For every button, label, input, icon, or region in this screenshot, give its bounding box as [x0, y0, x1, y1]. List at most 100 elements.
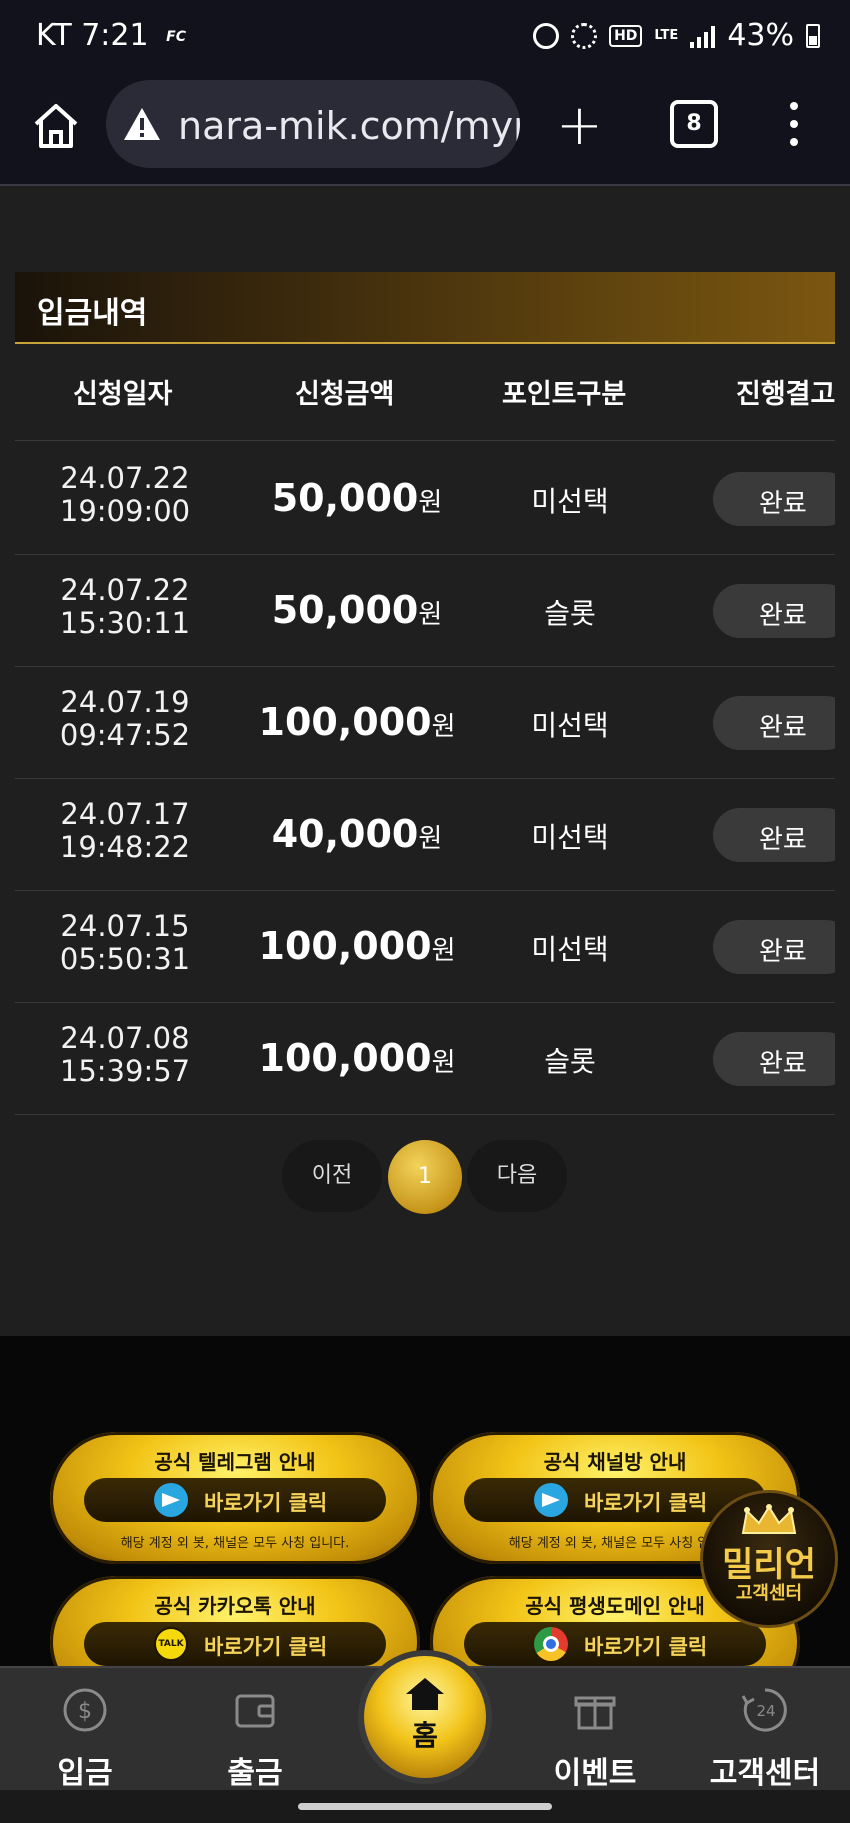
new-tab-icon[interactable]: + — [556, 98, 603, 154]
row-date: 24.07.22 19:09:00 — [35, 462, 215, 528]
row-date: 24.07.08 15:39:57 — [35, 1022, 215, 1088]
status-icons: HD LTE 43% — [533, 18, 820, 53]
amount-value: 100,000 — [258, 700, 432, 744]
table-row: 24.07.19 09:47:52 100,000원 미선택 완료 — [15, 666, 835, 779]
row-point-type: 미선택 — [531, 485, 609, 518]
amount-unit: 원 — [418, 600, 443, 630]
shortcut-button[interactable]: 바로가기 클릭 — [84, 1478, 386, 1522]
crown-icon — [741, 1504, 797, 1534]
status-badge: 완료 — [713, 1032, 835, 1086]
support-center-badge[interactable]: 밀리언 고객센터 — [700, 1490, 838, 1628]
shortcut-button[interactable]: TALK 바로가기 클릭 — [84, 1622, 386, 1666]
time-text: 05:50:31 — [59, 942, 191, 976]
date-text: 24.07.22 — [60, 461, 190, 495]
amount-value: 40,000 — [271, 812, 419, 856]
home-icon[interactable] — [30, 100, 82, 152]
amount-unit: 원 — [431, 936, 456, 966]
badge-subtitle: 고객센터 — [735, 1583, 803, 1604]
warning-icon[interactable] — [122, 106, 162, 142]
shortcut-label: 바로가기 클릭 — [204, 1635, 328, 1659]
time-text: 19:48:22 — [59, 830, 191, 864]
wallet-icon — [235, 1694, 275, 1728]
gesture-bar — [0, 1790, 850, 1823]
next-page-button[interactable]: 다음 — [467, 1140, 567, 1212]
gift-icon — [574, 1696, 616, 1730]
page-1-button[interactable]: 1 — [388, 1140, 462, 1214]
column-header-point: 포인트구분 — [502, 379, 627, 410]
nav-withdraw[interactable]: 출금 — [180, 1668, 330, 1792]
alarm-icon — [533, 22, 560, 49]
browser-toolbar: nara-mik.com/myp + 8 — [0, 74, 850, 186]
column-header-date: 신청일자 — [73, 379, 173, 410]
page-title: 입금내역 — [37, 296, 148, 331]
signal-icon — [690, 24, 716, 48]
status-text: 완료 — [759, 489, 807, 519]
status-badge: 완료 — [713, 920, 835, 974]
date-text: 24.07.22 — [60, 573, 190, 607]
row-date: 24.07.15 05:50:31 — [35, 910, 215, 976]
status-badge: 완료 — [713, 584, 835, 638]
shortcut-label: 바로가기 클릭 — [584, 1635, 708, 1659]
lte-icon: LTE — [654, 28, 679, 43]
deposit-history-page: 입금내역 신청일자 신청금액 포인트구분 진행결고 24.07.22 19:09:… — [0, 186, 850, 1336]
telegram-icon — [154, 1483, 188, 1517]
column-header-status: 진행결고 — [736, 379, 835, 410]
time-text: 09:47:52 — [59, 718, 191, 752]
time-text: 15:39:57 — [59, 1054, 191, 1088]
date-text: 24.07.08 — [60, 1021, 190, 1055]
status-badge: 완료 — [713, 808, 835, 862]
more-menu-icon[interactable] — [790, 102, 800, 156]
telegram-icon — [534, 1483, 568, 1517]
status-text: 완료 — [759, 601, 807, 631]
nav-deposit[interactable]: $ 입금 — [10, 1668, 160, 1792]
column-header-amount: 신청금액 — [295, 379, 395, 410]
hd-voice-icon: HD — [609, 24, 643, 47]
status-time-text: KT 7:21 — [36, 18, 149, 53]
table-row: 24.07.22 15:30:11 50,000원 슬롯 완료 — [15, 554, 835, 667]
table-row: 24.07.17 19:48:22 40,000원 미선택 완료 — [15, 778, 835, 891]
gesture-handle[interactable] — [298, 1803, 552, 1810]
amount-value: 50,000 — [271, 476, 419, 520]
time-text: 19:09:00 — [59, 494, 191, 528]
row-point-type: 미선택 — [531, 821, 609, 854]
promo-title: 공식 채널방 안내 — [543, 1450, 687, 1474]
home-button[interactable]: 홈 — [358, 1650, 492, 1784]
amount-unit: 원 — [431, 712, 456, 742]
row-date: 24.07.22 15:30:11 — [35, 574, 215, 640]
house-icon — [406, 1678, 444, 1710]
table-row: 24.07.08 15:39:57 100,000원 슬롯 완료 — [15, 1002, 835, 1115]
nav-label: 입금 — [57, 1756, 113, 1791]
shortcut-label: 바로가기 클릭 — [584, 1491, 708, 1515]
date-text: 24.07.17 — [60, 797, 190, 831]
status-text: 완료 — [759, 713, 807, 743]
row-point-type: 슬롯 — [544, 597, 596, 630]
nav-label: 출금 — [227, 1756, 283, 1791]
status-text: 완료 — [759, 937, 807, 967]
time-text: 15:30:11 — [59, 606, 191, 640]
pagination: 이전 1 다음 — [0, 1140, 850, 1214]
row-amount: 100,000원 — [237, 700, 477, 744]
promo-footer: 공식 텔레그램 안내 바로가기 클릭 해당 계정 외 봇, 채널은 모두 사칭 … — [0, 1336, 850, 1708]
chrome-icon — [534, 1627, 568, 1661]
dollar-coin-icon: $ — [63, 1688, 107, 1732]
amount-value: 100,000 — [258, 1036, 432, 1080]
amount-unit: 원 — [418, 488, 443, 518]
telegram-promo[interactable]: 공식 텔레그램 안내 바로가기 클릭 해당 계정 외 봇, 채널은 모두 사칭 … — [50, 1432, 420, 1564]
amount-unit: 원 — [431, 1048, 456, 1078]
address-bar[interactable]: nara-mik.com/myp — [106, 80, 520, 168]
status-time: KT 7:21 FC — [36, 18, 186, 53]
promo-note: 해당 계정 외 봇, 채널은 모두 사칭 입니다. — [120, 1536, 350, 1551]
nav-event[interactable]: 이벤트 — [520, 1668, 670, 1792]
row-date: 24.07.17 19:48:22 — [35, 798, 215, 864]
url-text[interactable]: nara-mik.com/myp — [178, 104, 520, 148]
nav-support[interactable]: 24 고객센터 — [690, 1668, 840, 1792]
section-header: 입금내역 — [15, 272, 835, 344]
prev-page-button[interactable]: 이전 — [282, 1140, 382, 1212]
status-text: 완료 — [759, 825, 807, 855]
tab-switcher-button[interactable]: 8 — [670, 100, 718, 148]
table-row: 24.07.22 19:09:00 50,000원 미선택 완료 — [15, 442, 835, 555]
home-button-face[interactable]: 홈 — [364, 1656, 486, 1778]
amount-value: 50,000 — [271, 588, 419, 632]
shortcut-button[interactable]: 바로가기 클릭 — [464, 1622, 766, 1666]
row-amount: 100,000원 — [237, 924, 477, 968]
